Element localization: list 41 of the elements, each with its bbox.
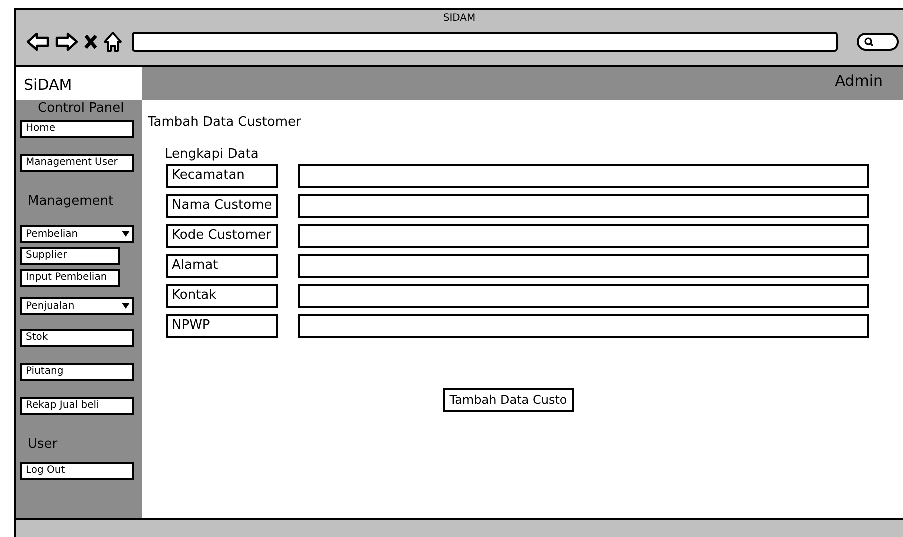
field-label: Kode Customer — [166, 224, 278, 248]
dropdown-label: Pembelian — [26, 228, 78, 240]
search-icon — [864, 37, 874, 47]
field-label: Nama Custome — [166, 194, 278, 218]
input-field[interactable] — [298, 224, 869, 248]
sidebar-heading: User — [28, 437, 59, 452]
field-label: NPWP — [166, 314, 278, 338]
sidebar-item[interactable]: Stok — [20, 329, 134, 347]
input-field[interactable] — [298, 194, 869, 218]
sidebar-dropdown[interactable]: Penjualan — [20, 297, 134, 315]
dropdown-label: Penjualan — [26, 300, 75, 312]
field-label: Kontak — [166, 284, 278, 308]
sidebar-heading: Management — [28, 194, 115, 209]
sidebar-item[interactable]: Log Out — [20, 462, 134, 480]
caret-icon — [122, 303, 130, 309]
input-field[interactable] — [298, 254, 869, 278]
field-label: Alamat — [166, 254, 278, 278]
sidebar-item[interactable]: Home — [20, 120, 134, 138]
forward-icon[interactable] — [55, 32, 79, 52]
submit-button[interactable]: Tambah Data Custo — [442, 388, 574, 412]
window-title: SIDAM — [442, 12, 477, 26]
caret-icon — [122, 231, 130, 237]
user-name[interactable]: Admin — [835, 72, 883, 90]
address-field[interactable] — [132, 32, 838, 52]
close-icon[interactable] — [84, 34, 98, 50]
input-field[interactable] — [298, 284, 869, 308]
input-field[interactable] — [298, 164, 869, 188]
search-field[interactable] — [857, 33, 899, 51]
sidebar-item[interactable]: Supplier — [20, 247, 120, 265]
field-label: Kecamatan — [166, 164, 278, 188]
page-title: Tambah Data Customer — [148, 115, 302, 130]
sidebar-dropdown[interactable]: Pembelian — [20, 225, 134, 243]
home-icon[interactable] — [103, 31, 123, 53]
sidebar-item[interactable]: Piutang — [20, 363, 134, 381]
sidebar-item[interactable]: Rekap Jual beli — [20, 397, 134, 415]
back-icon[interactable] — [26, 32, 50, 52]
sidebar-heading: Control Panel — [38, 101, 126, 116]
input-field[interactable] — [298, 314, 869, 338]
sidebar-item[interactable]: Management User — [20, 154, 134, 172]
sidebar-item[interactable]: Input Pembelian — [20, 269, 120, 287]
section-heading: Lengkapi Data — [165, 147, 260, 164]
